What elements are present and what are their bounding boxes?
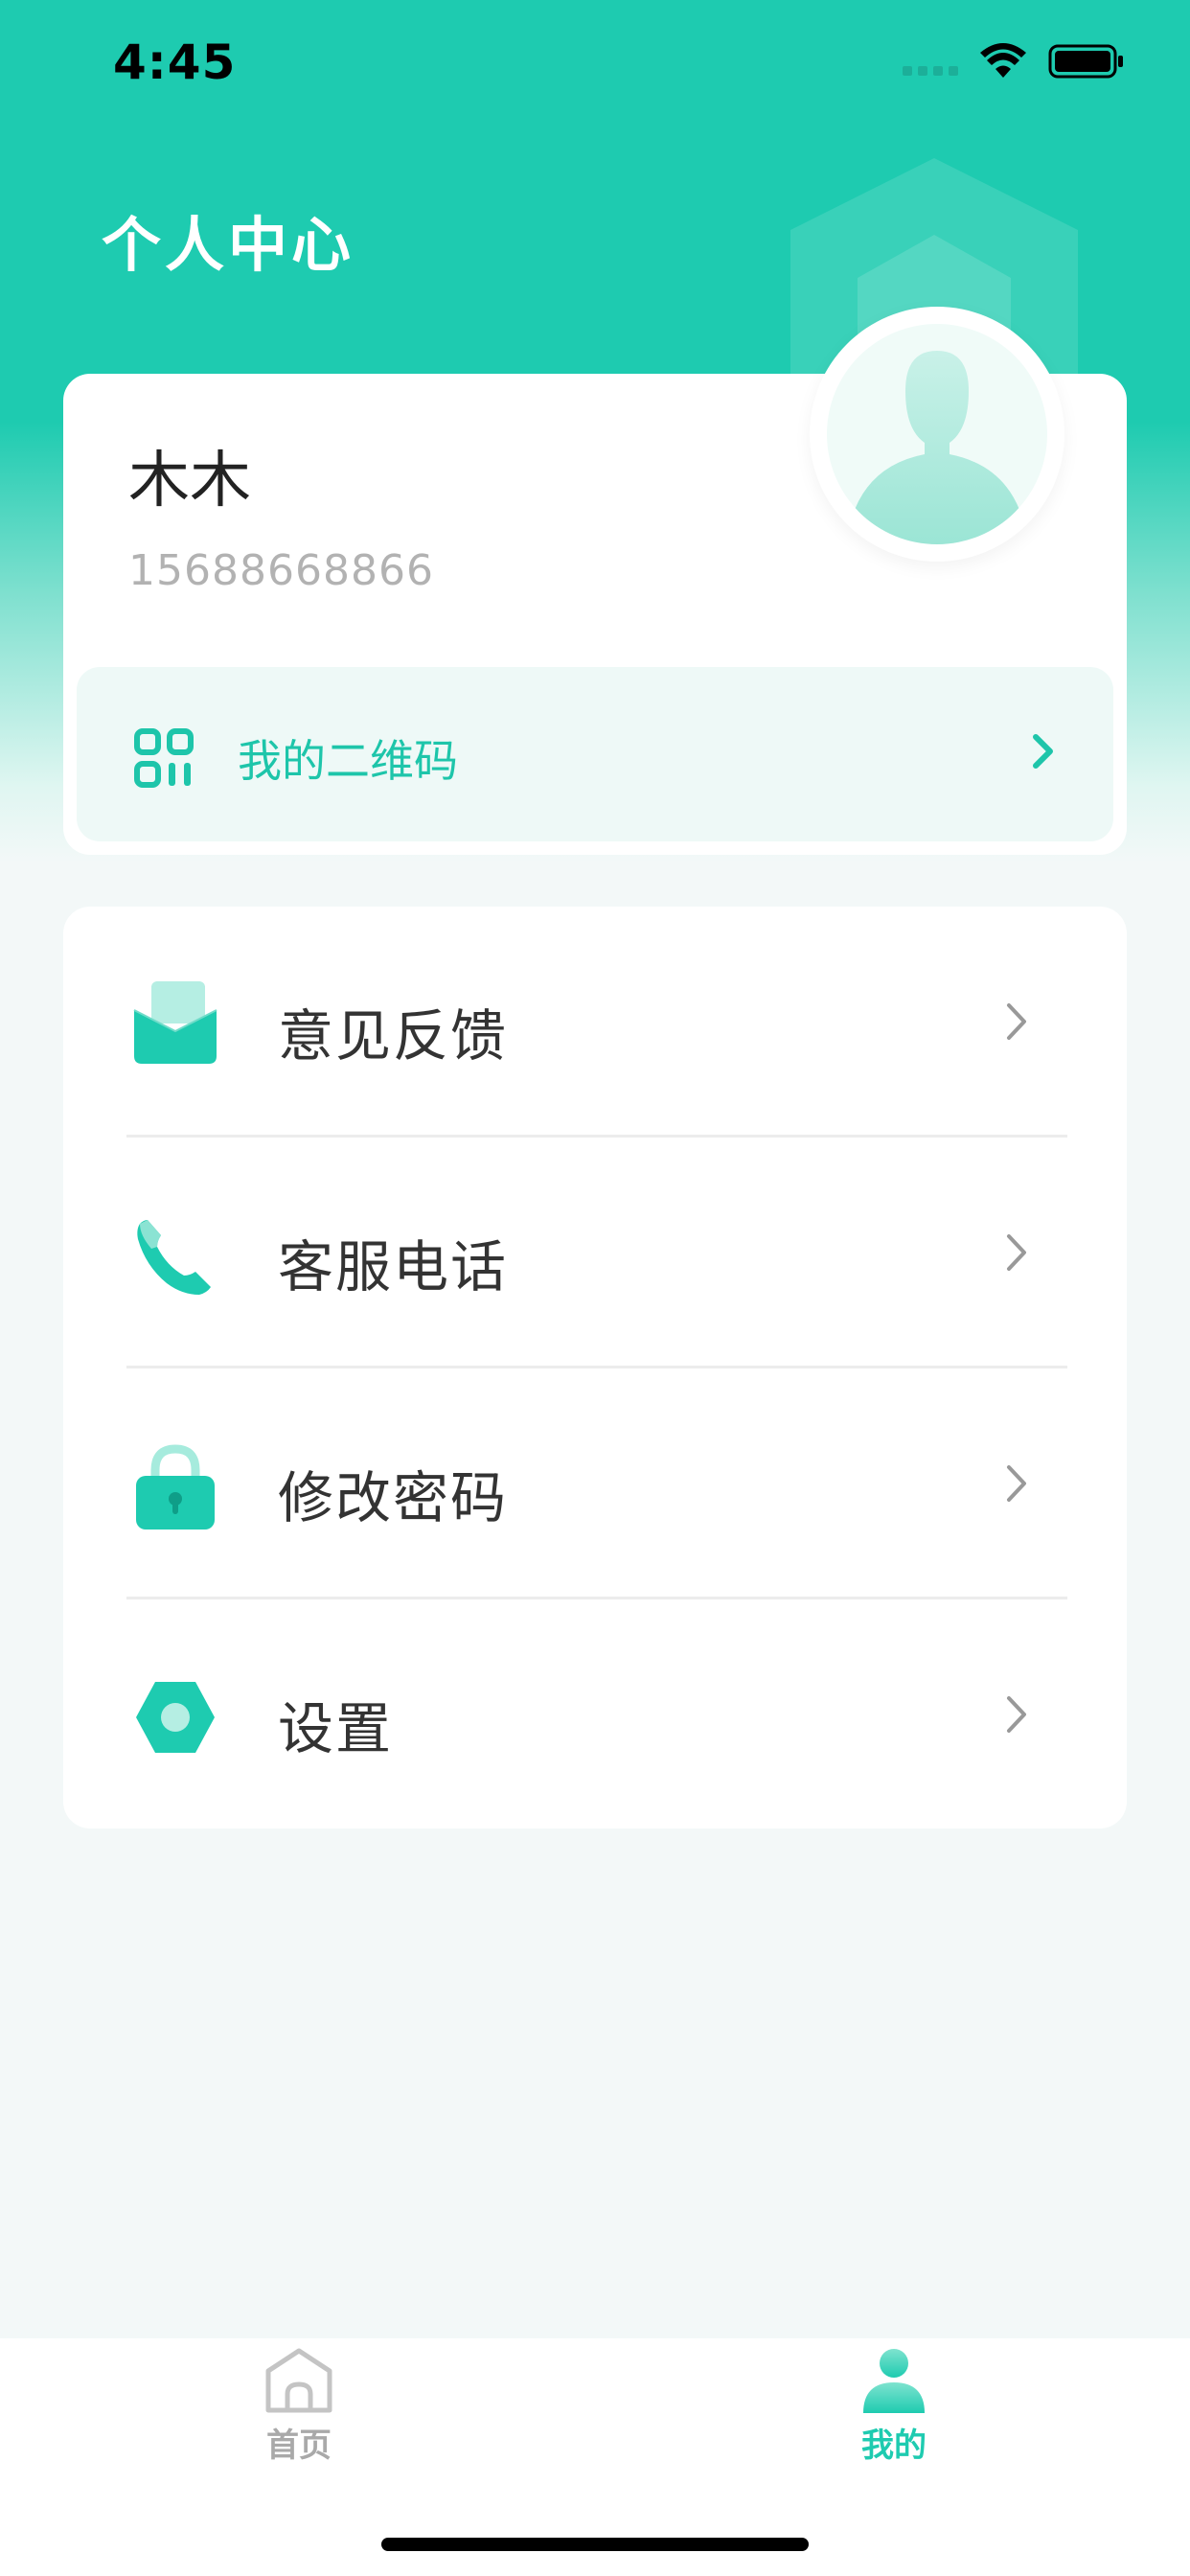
wifi-icon [980, 43, 1026, 78]
chevron-right-icon [1007, 1234, 1026, 1271]
qr-code-label: 我的二维码 [238, 735, 458, 787]
menu-label: 修改密码 [278, 1465, 509, 1530]
home-icon [265, 2348, 332, 2413]
my-qr-code-row[interactable]: 我的二维码 [77, 667, 1113, 841]
user-silhouette-icon [846, 351, 1028, 544]
home-indicator [381, 2538, 809, 2551]
avatar-image [827, 324, 1047, 544]
menu-item-feedback[interactable]: 意见反馈 [63, 907, 1127, 1137]
tab-mine[interactable]: 我的 [750, 2338, 1038, 2472]
menu-label: 客服电话 [278, 1234, 509, 1300]
user-phone: 15688668866 [128, 546, 434, 595]
menu-label: 意见反馈 [278, 1003, 509, 1069]
menu-item-settings[interactable]: 设置 [63, 1599, 1127, 1829]
tab-label: 首页 [266, 2426, 332, 2465]
chevron-right-icon [1007, 1003, 1026, 1040]
qr-code-icon [134, 728, 194, 788]
status-time: 4:45 [113, 34, 237, 90]
cellular-signal-icon [903, 47, 958, 76]
menu-label: 设置 [278, 1696, 394, 1761]
phone-icon [137, 1220, 211, 1295]
chevron-right-icon [1007, 1465, 1026, 1502]
avatar[interactable] [810, 307, 1064, 562]
feedback-envelope-icon [133, 981, 217, 1064]
settings-hexagon-icon [136, 1682, 215, 1753]
chevron-right-icon [1007, 1696, 1026, 1733]
menu-item-customer-service-phone[interactable]: 客服电话 [63, 1138, 1127, 1368]
tab-label: 我的 [861, 2426, 927, 2465]
status-icons [903, 42, 1125, 80]
menu-item-change-password[interactable]: 修改密码 [63, 1368, 1127, 1598]
user-icon [863, 2349, 925, 2413]
chevron-right-icon [1033, 734, 1053, 769]
menu-card: 意见反馈 客服电话 修改密码 设置 [63, 907, 1127, 1828]
page-title: 个人中心 [102, 210, 355, 280]
user-name: 木木 [128, 446, 251, 517]
battery-icon [1048, 44, 1123, 79]
lock-icon [136, 1444, 215, 1530]
tab-home[interactable]: 首页 [155, 2338, 443, 2472]
